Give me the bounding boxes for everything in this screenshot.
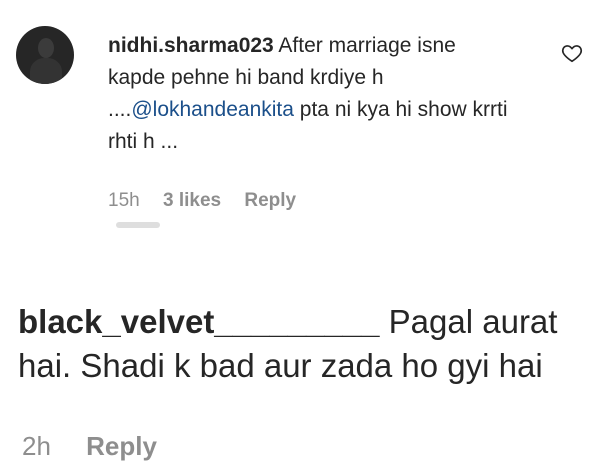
comment-text: black_velvet_________ Pagal aurat hai. S… <box>18 300 598 388</box>
comment-item: black_velvet_________ Pagal aurat hai. S… <box>0 228 600 461</box>
comment-time: 15h <box>108 190 140 211</box>
comment-time: 2h <box>22 431 51 461</box>
comment-username[interactable]: nidhi.sharma023 <box>108 34 274 57</box>
heart-outline-icon[interactable] <box>561 42 583 64</box>
comment-mention-link[interactable]: @lokhandeankita <box>131 98 294 121</box>
reply-button[interactable]: Reply <box>86 431 157 461</box>
comment-item: nidhi.sharma023 After marriage isne kapd… <box>0 0 600 228</box>
comment-text: nidhi.sharma023 After marriage isne kapd… <box>108 30 508 158</box>
avatar-body-shape <box>30 58 62 84</box>
comment-username[interactable]: black_velvet_________ <box>18 303 380 340</box>
comment-meta: 2h Reply <box>22 431 185 462</box>
comment-meta: 15h 3 likes Reply <box>108 190 314 212</box>
reply-button[interactable]: Reply <box>244 190 296 211</box>
comment-likes-count[interactable]: 3 likes <box>163 190 221 211</box>
avatar[interactable] <box>16 26 74 84</box>
avatar-head-shape <box>38 38 54 58</box>
